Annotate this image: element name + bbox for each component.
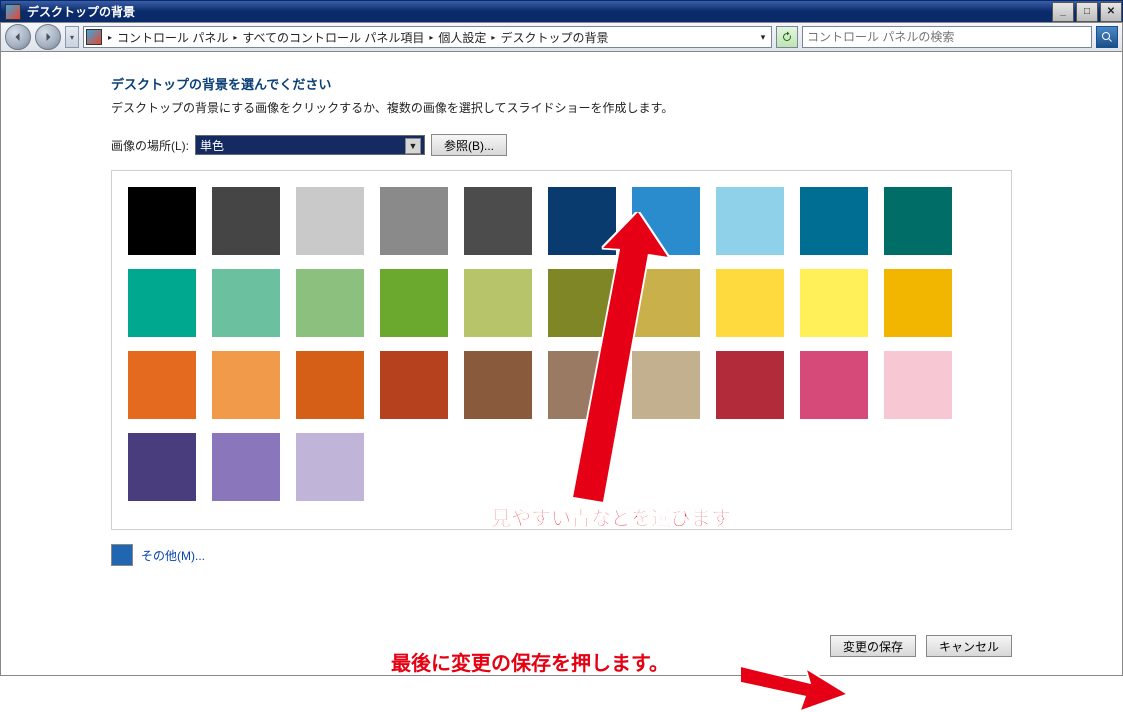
address-bar: ▾ ▸ コントロール パネル ▸ すべてのコントロール パネル項目 ▸ 個人設定…	[0, 22, 1123, 52]
forward-button[interactable]	[35, 24, 61, 50]
cancel-button[interactable]: キャンセル	[926, 635, 1012, 657]
color-swatch[interactable]	[128, 433, 196, 501]
color-swatch[interactable]	[548, 351, 616, 419]
window-titlebar: デスクトップの背景 _ □ ✕	[0, 0, 1123, 22]
color-swatch[interactable]	[800, 351, 868, 419]
location-row: 画像の場所(L): 単色 参照(B)...	[111, 134, 1012, 156]
footer-buttons: 変更の保存 キャンセル	[830, 635, 1012, 657]
color-swatch[interactable]	[464, 187, 532, 255]
breadcrumb-box[interactable]: ▸ コントロール パネル ▸ すべてのコントロール パネル項目 ▸ 個人設定 ▸…	[83, 26, 772, 48]
page-subheading: デスクトップの背景にする画像をクリックするか、複数の画像を選択してスライドショー…	[111, 99, 1012, 116]
color-swatch[interactable]	[380, 187, 448, 255]
window-title: デスクトップの背景	[25, 3, 1050, 20]
others-link[interactable]: その他(M)...	[141, 547, 205, 564]
color-swatch[interactable]	[548, 269, 616, 337]
color-swatch[interactable]	[464, 269, 532, 337]
color-swatch[interactable]	[716, 187, 784, 255]
breadcrumb: ▸ コントロール パネル ▸ すべてのコントロール パネル項目 ▸ 個人設定 ▸…	[102, 29, 755, 46]
location-label: 画像の場所(L):	[111, 137, 189, 154]
refresh-button[interactable]	[776, 26, 798, 48]
breadcrumb-item[interactable]: デスクトップの背景	[497, 29, 611, 46]
back-button[interactable]	[5, 24, 31, 50]
search-input[interactable]	[803, 30, 1091, 44]
color-swatch[interactable]	[380, 269, 448, 337]
other-color-swatch[interactable]	[111, 544, 133, 566]
nav-history-dropdown[interactable]: ▾	[65, 26, 79, 48]
palette-frame	[111, 170, 1012, 530]
color-swatch[interactable]	[296, 269, 364, 337]
color-swatch[interactable]	[296, 433, 364, 501]
color-swatch[interactable]	[128, 187, 196, 255]
location-selected: 単色	[200, 137, 224, 154]
location-select[interactable]: 単色	[195, 135, 425, 155]
color-swatch[interactable]	[212, 269, 280, 337]
color-swatch[interactable]	[212, 187, 280, 255]
breadcrumb-item[interactable]: コントロール パネル	[114, 29, 231, 46]
close-button[interactable]: ✕	[1100, 2, 1122, 22]
page-heading: デスクトップの背景を選んでください	[111, 74, 1012, 93]
breadcrumb-item[interactable]: すべてのコントロール パネル項目	[239, 29, 427, 46]
breadcrumb-item[interactable]: 個人設定	[435, 29, 489, 46]
color-swatch[interactable]	[716, 269, 784, 337]
color-swatch[interactable]	[884, 187, 952, 255]
color-swatch[interactable]	[128, 351, 196, 419]
color-swatch[interactable]	[632, 187, 700, 255]
color-palette	[128, 187, 995, 501]
address-dropdown[interactable]: ▾	[755, 32, 771, 43]
others-row: その他(M)...	[111, 544, 1012, 566]
color-swatch[interactable]	[884, 269, 952, 337]
minimize-button[interactable]: _	[1052, 2, 1074, 22]
annotation-text-2: 最後に変更の保存を押します。	[391, 647, 669, 676]
color-swatch[interactable]	[296, 351, 364, 419]
app-icon	[5, 4, 21, 20]
maximize-button[interactable]: □	[1076, 2, 1098, 22]
color-swatch[interactable]	[128, 269, 196, 337]
color-swatch[interactable]	[800, 269, 868, 337]
color-swatch[interactable]	[296, 187, 364, 255]
color-swatch[interactable]	[212, 433, 280, 501]
location-icon	[86, 29, 102, 45]
color-swatch[interactable]	[464, 351, 532, 419]
annotation-arrow-2	[741, 662, 851, 712]
color-swatch[interactable]	[800, 187, 868, 255]
color-swatch[interactable]	[884, 351, 952, 419]
color-swatch[interactable]	[716, 351, 784, 419]
search-button[interactable]	[1096, 26, 1118, 48]
main-content: デスクトップの背景を選んでください デスクトップの背景にする画像をクリックするか…	[0, 52, 1123, 676]
save-button[interactable]: 変更の保存	[830, 635, 916, 657]
color-swatch[interactable]	[632, 351, 700, 419]
color-swatch[interactable]	[380, 351, 448, 419]
color-swatch[interactable]	[212, 351, 280, 419]
color-swatch[interactable]	[632, 269, 700, 337]
browse-button[interactable]: 参照(B)...	[431, 134, 507, 156]
color-swatch[interactable]	[548, 187, 616, 255]
search-box[interactable]	[802, 26, 1092, 48]
